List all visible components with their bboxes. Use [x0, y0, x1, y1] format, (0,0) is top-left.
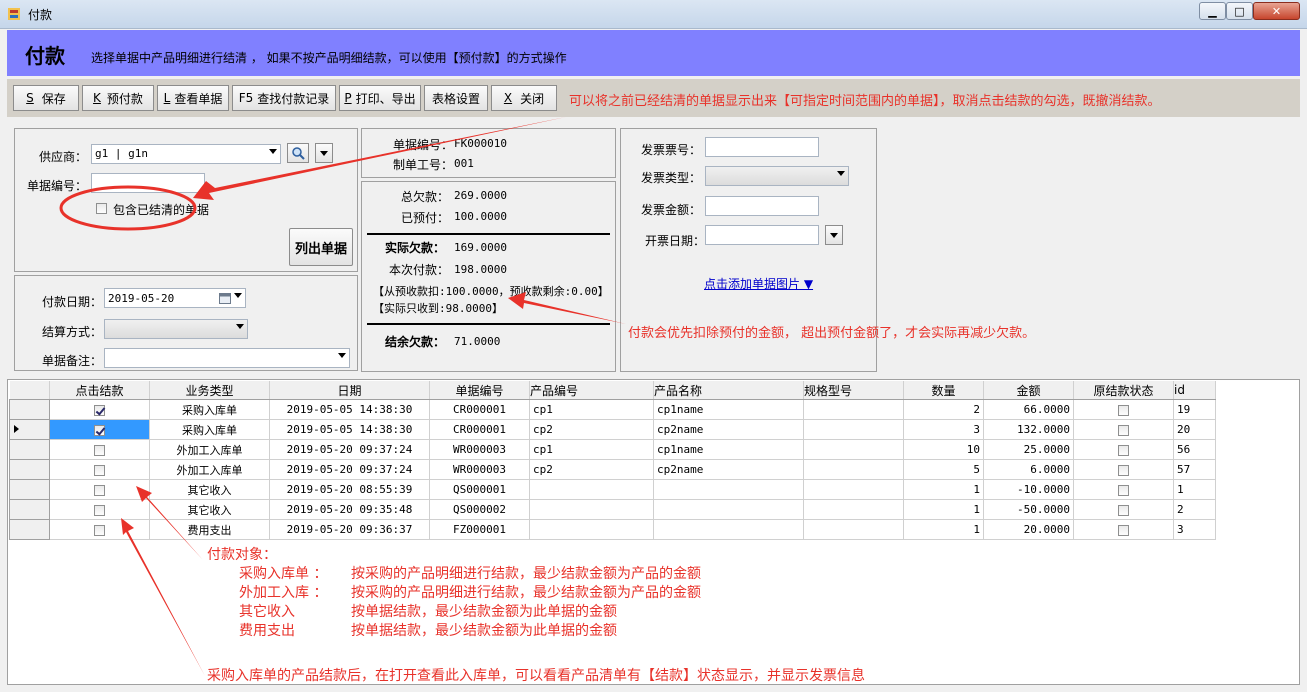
target-name: 费用支出: [239, 623, 295, 639]
summary-annotation: 付款会优先扣除预付的金额， 超出预付金额了，才会实际再减少欠款。: [628, 326, 1036, 341]
highlight-ellipse: [59, 185, 197, 231]
target-desc: 按采购的产品明细进行结款，最少结款金额为产品的金额: [351, 585, 701, 601]
arrow-to-summary: [508, 292, 626, 324]
arrow-to-first-column: [121, 518, 205, 676]
notes-list-item: 采购入库单 ： 按采购的产品明细进行结款，最少结款金额为产品的金额: [207, 565, 701, 584]
notes-list-item: 外加工入库 ： 按采购的产品明细进行结款，最少结款金额为产品的金额: [207, 584, 701, 603]
notes-title: 付款对象：: [207, 547, 277, 563]
target-name: 外加工入库 ：: [239, 585, 328, 601]
target-desc: 按单据结款，最少结款金额为此单据的金额: [351, 623, 617, 639]
target-name: 采购入库单 ：: [239, 566, 328, 582]
target-desc: 按单据结款，最少结款金额为此单据的金额: [351, 604, 617, 620]
notes-list-item: 费用支出 按单据结款，最少结款金额为此单据的金额: [207, 622, 701, 641]
notes-list: 采购入库单 ：按采购的产品明细进行结款，最少结款金额为产品的金额 外加工入库 ：按…: [207, 565, 701, 641]
bottom-annotation: 采购入库单的产品结款后，在打开查看此入库单，可以看看产品清单有【结款】状态显示，…: [207, 668, 865, 684]
arrow-to-checkbox: [193, 117, 566, 200]
target-name: 其它收入: [239, 604, 295, 620]
arrow-to-rows: [136, 486, 203, 560]
payment-target-notes: 付款对象： 采购入库单 ：按采购的产品明细进行结款，最少结款金额为产品的金额 外加…: [207, 546, 701, 641]
notes-list-item: 其它收入 按单据结款，最少结款金额为此单据的金额: [207, 603, 701, 622]
target-desc: 按采购的产品明细进行结款，最少结款金额为产品的金额: [351, 566, 701, 582]
